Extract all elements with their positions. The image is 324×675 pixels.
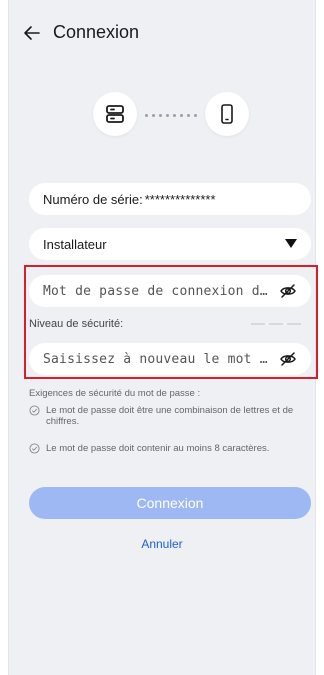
check-circle-icon [29, 443, 40, 454]
password-placeholder: Mot de passe de connexion de… [43, 283, 273, 299]
back-arrow-icon[interactable] [19, 20, 45, 46]
eye-off-icon[interactable] [279, 282, 297, 300]
check-circle-icon [29, 405, 40, 416]
serial-number-field[interactable]: Numéro de série: ************** [29, 183, 311, 215]
requirement-item: Le mot de passe doit contenir au moins 8… [29, 443, 313, 454]
requirement-text: Le mot de passe doit contenir au moins 8… [46, 443, 270, 454]
requirement-item: Le mot de passe doit être une combinaiso… [29, 405, 313, 427]
serial-value: ************** [144, 191, 216, 207]
role-value: Installateur [43, 236, 107, 252]
security-level-label: Niveau de sécurité: [29, 318, 124, 330]
server-icon [93, 92, 137, 136]
top-bar: Connexion [9, 14, 315, 54]
login-screen: Connexion Numéro de série: *************… [8, 0, 318, 675]
requirements-title: Exigences de sécurité du mot de passe : [29, 388, 201, 399]
requirement-text: Le mot de passe doit être une combinaiso… [46, 405, 294, 427]
confirm-password-placeholder: Saisissez à nouveau le mot de… [43, 351, 273, 367]
connection-dots [145, 112, 197, 118]
dropdown-arrow-icon [285, 239, 297, 248]
cancel-link[interactable]: Annuler [9, 537, 315, 551]
role-select[interactable]: Installateur [29, 228, 311, 260]
phone-icon [205, 92, 249, 136]
login-button[interactable]: Connexion [29, 487, 311, 519]
confirm-password-input[interactable]: Saisissez à nouveau le mot de… [29, 343, 311, 375]
password-input[interactable]: Mot de passe de connexion de… [29, 275, 311, 307]
connection-illustration [9, 92, 315, 142]
serial-label: Numéro de série: [43, 191, 143, 207]
security-level-meter [251, 323, 301, 325]
page-title: Connexion [53, 22, 140, 42]
eye-off-icon[interactable] [279, 350, 297, 368]
